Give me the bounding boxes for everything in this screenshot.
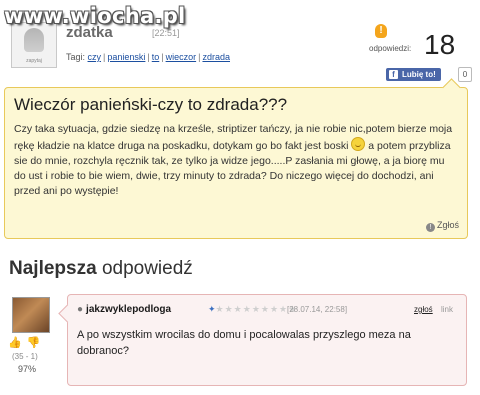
answer-username-wrap: ● jakzwyklepodloga <box>77 304 172 315</box>
question-box: Wieczór panieński-czy to zdrada??? Czy t… <box>4 78 468 239</box>
question-timestamp: [22:51] <box>152 28 180 38</box>
thumbs-up-icon[interactable]: 👍 <box>8 337 22 349</box>
question-body: Czy taka sytuacja, gdzie siedzę na krześ… <box>14 122 454 199</box>
tag-link[interactable]: to <box>152 52 160 62</box>
answer-permalink[interactable]: link <box>441 305 453 314</box>
report-icon: ! <box>425 223 435 232</box>
tags-label: Tagi: <box>66 52 86 62</box>
like-count: 0 <box>458 67 472 82</box>
smiley-icon <box>351 137 366 151</box>
report-button[interactable]: ! Zgłoś <box>425 220 459 232</box>
answer-report-link[interactable]: zgłoś <box>414 305 433 314</box>
vote-stats: (35 - 1) <box>12 352 38 361</box>
lightbulb-icon: ! <box>375 24 387 38</box>
vote-controls: 👍 👎 <box>8 336 40 349</box>
answer-user-avatar[interactable] <box>12 297 50 333</box>
answers-label: odpowiedzi: <box>369 44 412 53</box>
watermark: www.wiocha.pl <box>4 4 186 28</box>
best-answer-heading-rest: odpowiedź <box>101 258 193 279</box>
best-answer-heading-bold: Najlepsza <box>9 258 97 279</box>
user-rank-stars-icon: ✦★★★★★★★★★ <box>208 304 298 314</box>
tag-link[interactable]: czy <box>88 52 102 62</box>
tag-link[interactable]: zdrada <box>202 52 230 62</box>
answer-username[interactable]: jakzwyklepodloga <box>86 304 171 315</box>
avatar-caption: zapytaj <box>26 58 42 64</box>
best-answer-heading: Najlepsza odpowiedź <box>9 258 193 280</box>
vote-percent: 97% <box>18 364 37 374</box>
answers-count: 18 <box>424 29 456 60</box>
tag-link[interactable]: wieczor <box>166 52 197 62</box>
answer-timestamp: [28.07.14, 22:58] <box>287 305 348 314</box>
answer-body: A po wszystkim wrocilas do domu i pocalo… <box>77 329 411 357</box>
facebook-icon: f <box>389 70 398 79</box>
like-label: Lubię to! <box>402 70 436 79</box>
facebook-like-button[interactable]: f Lubię to! <box>386 68 441 81</box>
thumbs-down-icon[interactable]: 👎 <box>27 337 41 349</box>
tag-link[interactable]: panienski <box>107 52 145 62</box>
tag-list: Tagi: czy | panienski | to | wieczor | zdrada <box>66 52 230 62</box>
question-title: Wieczór panieński-czy to zdrada??? <box>14 95 288 114</box>
answer-box: ● jakzwyklepodloga ✦★★★★★★★★★ [28.07.14, … <box>58 294 467 386</box>
report-label: Zgłoś <box>436 220 459 230</box>
avatar-silhouette-icon <box>24 28 44 52</box>
user-avatar[interactable]: zapytaj <box>11 22 57 68</box>
